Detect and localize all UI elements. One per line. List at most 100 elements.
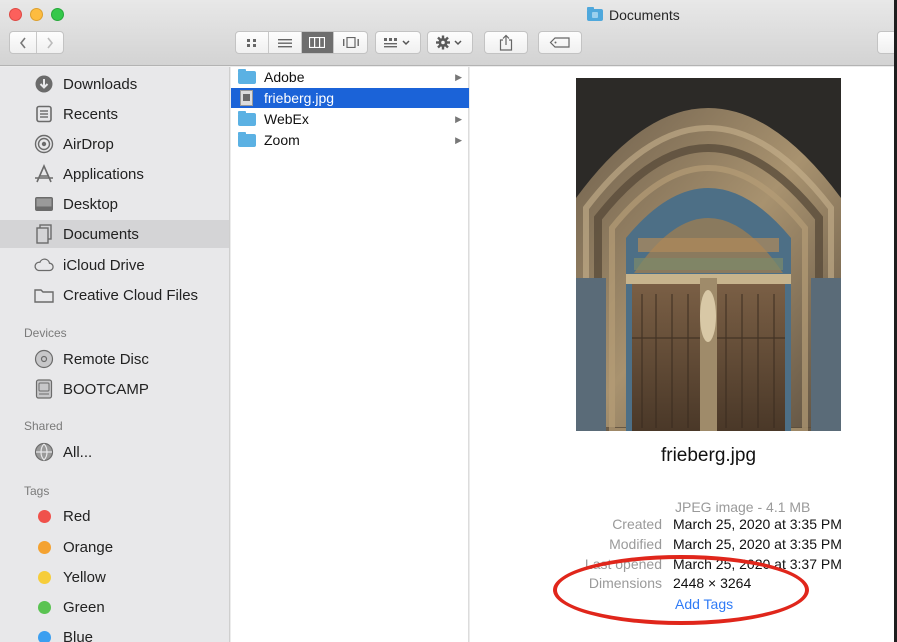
sidebar-item-label: Applications xyxy=(63,165,144,183)
modified-row: Modified March 25, 2020 at 3:35 PM xyxy=(470,536,894,556)
zoom-window-button[interactable] xyxy=(51,8,64,21)
created-value: March 25, 2020 at 3:35 PM xyxy=(673,516,842,532)
disclosure-arrow-icon: ▶ xyxy=(455,134,462,145)
folder-icon xyxy=(238,111,256,126)
sidebar-item-label: Desktop xyxy=(63,195,119,213)
created-row: Created March 25, 2020 at 3:35 PM xyxy=(470,516,894,536)
yellow-tag-dot-icon xyxy=(38,571,51,584)
file-name: frieberg.jpg xyxy=(264,90,335,106)
folder-icon xyxy=(34,285,54,305)
finder-window: Documents Downloads Recents AirDrop Appl… xyxy=(0,0,897,642)
icon-view-icon xyxy=(246,38,256,47)
recents-icon xyxy=(34,104,54,124)
sidebar-item-bootcamp[interactable]: BOOTCAMP xyxy=(0,375,229,403)
share-icon xyxy=(499,34,513,51)
group-by-button[interactable] xyxy=(375,31,421,54)
sidebar-item-label: Recents xyxy=(63,105,119,123)
sidebar-item-label: iCloud Drive xyxy=(63,256,145,274)
disclosure-arrow-icon: ▶ xyxy=(455,71,462,82)
image-file-icon xyxy=(238,90,256,106)
view-mode-control xyxy=(235,31,368,54)
sidebar-item-label: Red xyxy=(63,507,91,525)
sidebar-tag-orange[interactable]: Orange xyxy=(0,533,229,561)
share-button[interactable] xyxy=(484,31,528,54)
toolbar: Documents xyxy=(0,0,897,66)
file-name: Adobe xyxy=(264,69,305,85)
modified-value: March 25, 2020 at 3:35 PM xyxy=(673,536,842,552)
sidebar-item-label: Yellow xyxy=(63,568,106,586)
sidebar-item-label: Green xyxy=(63,598,105,616)
sidebar-item-all-shared[interactable]: All... xyxy=(0,438,229,466)
tags-header: Tags xyxy=(24,484,50,498)
orange-tag-dot-icon xyxy=(38,541,51,554)
download-icon xyxy=(34,74,54,94)
minimize-window-button[interactable] xyxy=(30,8,43,21)
file-row-frieberg[interactable]: frieberg.jpg xyxy=(231,88,469,108)
preview-file-name: frieberg.jpg xyxy=(660,445,757,466)
desktop-icon xyxy=(34,194,54,214)
sidebar-item-label: Remote Disc xyxy=(63,350,149,368)
applications-icon xyxy=(34,164,54,184)
cloud-icon xyxy=(34,255,54,275)
sidebar-item-desktop[interactable]: Desktop xyxy=(0,190,229,218)
cathedral-portal-photo xyxy=(576,78,841,431)
sidebar-item-applications[interactable]: Applications xyxy=(0,160,229,188)
sidebar-item-label: Documents xyxy=(63,225,139,243)
tag-icon xyxy=(549,37,570,48)
sidebar-item-icloud-drive[interactable]: iCloud Drive xyxy=(0,251,229,279)
folder-icon xyxy=(238,132,256,147)
image-preview[interactable] xyxy=(576,78,841,431)
sidebar-item-documents[interactable]: Documents xyxy=(0,220,229,248)
red-tag-dot-icon xyxy=(38,510,51,523)
green-tag-dot-icon xyxy=(38,601,51,614)
devices-header: Devices xyxy=(24,326,67,340)
gallery-view-button[interactable] xyxy=(334,32,367,53)
icon-view-button[interactable] xyxy=(236,32,269,53)
chevron-right-icon xyxy=(47,37,53,48)
blue-tag-dot-icon xyxy=(38,631,51,642)
sidebar-item-label: Creative Cloud Files xyxy=(63,286,199,304)
forward-button[interactable] xyxy=(37,32,63,53)
sidebar: Downloads Recents AirDrop Applications D… xyxy=(0,67,230,642)
back-button[interactable] xyxy=(10,32,37,53)
column-view-button[interactable] xyxy=(301,32,335,53)
file-row-webex[interactable]: WebEx ▶ xyxy=(231,109,469,129)
action-menu-button[interactable] xyxy=(427,31,473,54)
sidebar-item-recents[interactable]: Recents xyxy=(0,100,229,128)
created-label: Created xyxy=(612,516,662,532)
sidebar-tag-yellow[interactable]: Yellow xyxy=(0,563,229,591)
sidebar-tag-red[interactable]: Red xyxy=(0,502,229,530)
sidebar-item-label: BOOTCAMP xyxy=(63,380,149,398)
column-view-icon xyxy=(309,37,326,48)
documents-icon xyxy=(34,224,54,244)
close-window-button[interactable] xyxy=(9,8,22,21)
list-view-button[interactable] xyxy=(269,32,302,53)
sidebar-tag-blue[interactable]: Blue xyxy=(0,623,229,642)
sidebar-item-label: AirDrop xyxy=(63,135,114,153)
folder-icon xyxy=(238,69,256,84)
gallery-view-icon xyxy=(342,37,359,48)
sidebar-item-label: All... xyxy=(63,443,93,461)
drive-icon xyxy=(34,379,54,399)
chevron-left-icon xyxy=(19,37,26,48)
file-kind-size: JPEG image - 4.1 MB xyxy=(675,499,811,515)
network-icon xyxy=(34,442,54,462)
gear-icon xyxy=(436,35,462,50)
sidebar-item-downloads[interactable]: Downloads xyxy=(0,70,229,98)
group-by-icon xyxy=(384,38,410,48)
sidebar-tag-green[interactable]: Green xyxy=(0,593,229,621)
sidebar-item-remote-disc[interactable]: Remote Disc xyxy=(0,345,229,373)
sidebar-item-creative-cloud-files[interactable]: Creative Cloud Files xyxy=(0,281,229,309)
window-title: Documents xyxy=(587,6,680,24)
airdrop-icon xyxy=(34,134,54,154)
file-row-adobe[interactable]: Adobe ▶ xyxy=(231,67,469,87)
window-title-text: Documents xyxy=(609,7,680,23)
shared-header: Shared xyxy=(24,419,63,433)
file-name: Zoom xyxy=(264,132,300,148)
disclosure-arrow-icon: ▶ xyxy=(455,113,462,124)
list-view-icon xyxy=(277,38,292,47)
file-row-zoom[interactable]: Zoom ▶ xyxy=(231,130,469,150)
tags-button[interactable] xyxy=(538,31,582,54)
sidebar-item-label: Downloads xyxy=(63,75,138,93)
sidebar-item-airdrop[interactable]: AirDrop xyxy=(0,130,229,158)
